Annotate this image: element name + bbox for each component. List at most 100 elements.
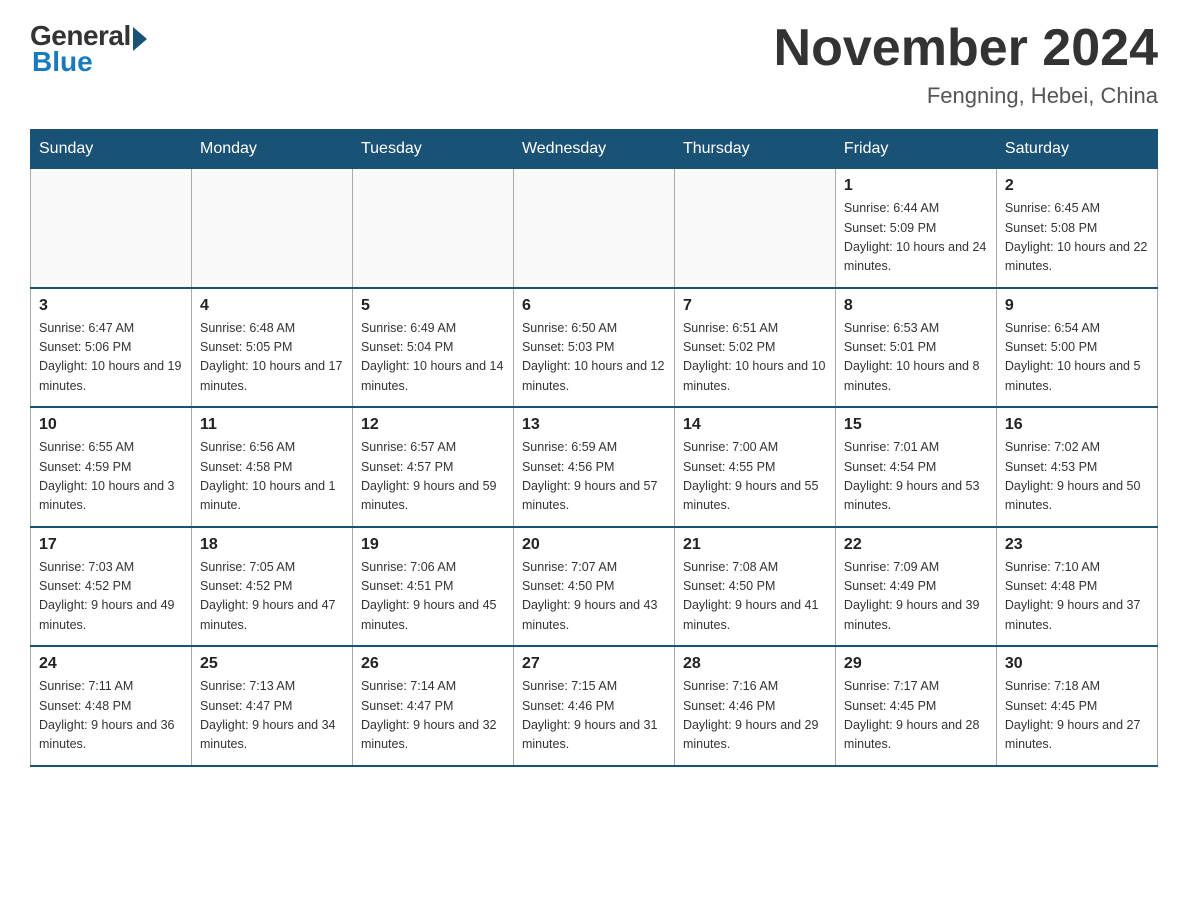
weekday-header-wednesday: Wednesday	[513, 130, 674, 169]
day-number: 17	[39, 536, 183, 554]
day-number: 2	[1005, 177, 1149, 195]
day-number: 9	[1005, 297, 1149, 315]
day-info: Sunrise: 7:18 AMSunset: 4:45 PMDaylight:…	[1005, 677, 1149, 755]
day-info: Sunrise: 7:10 AMSunset: 4:48 PMDaylight:…	[1005, 558, 1149, 636]
day-number: 18	[200, 536, 344, 554]
page-header: General Blue November 2024 Fengning, Heb…	[30, 20, 1158, 109]
day-number: 23	[1005, 536, 1149, 554]
logo: General Blue	[30, 20, 147, 78]
day-info: Sunrise: 7:08 AMSunset: 4:50 PMDaylight:…	[683, 558, 827, 636]
day-number: 29	[844, 655, 988, 673]
day-number: 26	[361, 655, 505, 673]
calendar-cell: 6Sunrise: 6:50 AMSunset: 5:03 PMDaylight…	[513, 288, 674, 408]
calendar-cell	[513, 169, 674, 288]
calendar-cell: 23 Sunrise: 7:10 AMSunset: 4:48 PMDayligh…	[996, 527, 1157, 647]
calendar-cell: 10 Sunrise: 6:55 AMSunset: 4:59 PMDayligh…	[31, 407, 192, 527]
calendar-subtitle: Fengning, Hebei, China	[774, 83, 1158, 109]
day-info: Sunrise: 7:05 AMSunset: 4:52 PMDaylight:…	[200, 558, 344, 636]
day-info: Sunrise: 6:55 AMSunset: 4:59 PMDaylight:…	[39, 438, 183, 516]
weekday-header-thursday: Thursday	[674, 130, 835, 169]
calendar-cell: 17 Sunrise: 7:03 AMSunset: 4:52 PMDayligh…	[31, 527, 192, 647]
day-info: Sunrise: 6:44 AMSunset: 5:09 PMDaylight:…	[844, 199, 988, 277]
weekday-header-friday: Friday	[835, 130, 996, 169]
calendar-cell: 13Sunrise: 6:59 AMSunset: 4:56 PMDayligh…	[513, 407, 674, 527]
logo-arrow-icon	[133, 27, 147, 51]
day-number: 10	[39, 416, 183, 434]
calendar-cell: 20 Sunrise: 7:07 AMSunset: 4:50 PMDayligh…	[513, 527, 674, 647]
calendar-cell: 24 Sunrise: 7:11 AMSunset: 4:48 PMDayligh…	[31, 646, 192, 766]
day-number: 13	[522, 416, 666, 434]
weekday-header-sunday: Sunday	[31, 130, 192, 169]
day-info: Sunrise: 6:54 AMSunset: 5:00 PMDaylight:…	[1005, 319, 1149, 397]
calendar-cell: 8 Sunrise: 6:53 AMSunset: 5:01 PMDaylight…	[835, 288, 996, 408]
calendar-header: SundayMondayTuesdayWednesdayThursdayFrid…	[31, 130, 1158, 169]
day-info: Sunrise: 7:15 AMSunset: 4:46 PMDaylight:…	[522, 677, 666, 755]
calendar-cell: 27 Sunrise: 7:15 AMSunset: 4:46 PMDayligh…	[513, 646, 674, 766]
day-number: 15	[844, 416, 988, 434]
day-info: Sunrise: 6:57 AMSunset: 4:57 PMDaylight:…	[361, 438, 505, 516]
day-info: Sunrise: 7:07 AMSunset: 4:50 PMDaylight:…	[522, 558, 666, 636]
calendar-week-row: 3 Sunrise: 6:47 AMSunset: 5:06 PMDaylight…	[31, 288, 1158, 408]
day-number: 12	[361, 416, 505, 434]
day-info: Sunrise: 7:02 AMSunset: 4:53 PMDaylight:…	[1005, 438, 1149, 516]
calendar-cell: 22 Sunrise: 7:09 AMSunset: 4:49 PMDayligh…	[835, 527, 996, 647]
day-number: 25	[200, 655, 344, 673]
day-info: Sunrise: 7:14 AMSunset: 4:47 PMDaylight:…	[361, 677, 505, 755]
day-number: 24	[39, 655, 183, 673]
calendar-week-row: 1Sunrise: 6:44 AMSunset: 5:09 PMDaylight…	[31, 169, 1158, 288]
day-info: Sunrise: 7:00 AMSunset: 4:55 PMDaylight:…	[683, 438, 827, 516]
day-number: 5	[361, 297, 505, 315]
day-number: 22	[844, 536, 988, 554]
day-number: 16	[1005, 416, 1149, 434]
day-info: Sunrise: 7:13 AMSunset: 4:47 PMDaylight:…	[200, 677, 344, 755]
calendar-table: SundayMondayTuesdayWednesdayThursdayFrid…	[30, 129, 1158, 767]
day-info: Sunrise: 6:48 AMSunset: 5:05 PMDaylight:…	[200, 319, 344, 397]
calendar-cell: 7Sunrise: 6:51 AMSunset: 5:02 PMDaylight…	[674, 288, 835, 408]
calendar-week-row: 24 Sunrise: 7:11 AMSunset: 4:48 PMDayligh…	[31, 646, 1158, 766]
calendar-cell: 4 Sunrise: 6:48 AMSunset: 5:05 PMDaylight…	[191, 288, 352, 408]
day-info: Sunrise: 7:09 AMSunset: 4:49 PMDaylight:…	[844, 558, 988, 636]
day-info: Sunrise: 7:01 AMSunset: 4:54 PMDaylight:…	[844, 438, 988, 516]
day-info: Sunrise: 6:45 AMSunset: 5:08 PMDaylight:…	[1005, 199, 1149, 277]
day-info: Sunrise: 7:16 AMSunset: 4:46 PMDaylight:…	[683, 677, 827, 755]
day-number: 19	[361, 536, 505, 554]
day-info: Sunrise: 7:17 AMSunset: 4:45 PMDaylight:…	[844, 677, 988, 755]
weekday-header-tuesday: Tuesday	[352, 130, 513, 169]
calendar-cell: 1Sunrise: 6:44 AMSunset: 5:09 PMDaylight…	[835, 169, 996, 288]
calendar-title: November 2024	[774, 20, 1158, 77]
calendar-cell: 16 Sunrise: 7:02 AMSunset: 4:53 PMDayligh…	[996, 407, 1157, 527]
day-number: 4	[200, 297, 344, 315]
calendar-cell	[31, 169, 192, 288]
day-info: Sunrise: 6:53 AMSunset: 5:01 PMDaylight:…	[844, 319, 988, 397]
calendar-cell: 19 Sunrise: 7:06 AMSunset: 4:51 PMDayligh…	[352, 527, 513, 647]
calendar-body: 1Sunrise: 6:44 AMSunset: 5:09 PMDaylight…	[31, 169, 1158, 766]
day-number: 28	[683, 655, 827, 673]
day-number: 6	[522, 297, 666, 315]
day-info: Sunrise: 6:51 AMSunset: 5:02 PMDaylight:…	[683, 319, 827, 397]
day-info: Sunrise: 7:06 AMSunset: 4:51 PMDaylight:…	[361, 558, 505, 636]
weekday-header-saturday: Saturday	[996, 130, 1157, 169]
day-info: Sunrise: 6:56 AMSunset: 4:58 PMDaylight:…	[200, 438, 344, 516]
calendar-cell: 14 Sunrise: 7:00 AMSunset: 4:55 PMDayligh…	[674, 407, 835, 527]
day-info: Sunrise: 7:03 AMSunset: 4:52 PMDaylight:…	[39, 558, 183, 636]
day-number: 3	[39, 297, 183, 315]
day-info: Sunrise: 6:49 AMSunset: 5:04 PMDaylight:…	[361, 319, 505, 397]
calendar-cell	[191, 169, 352, 288]
day-number: 27	[522, 655, 666, 673]
weekday-header-row: SundayMondayTuesdayWednesdayThursdayFrid…	[31, 130, 1158, 169]
day-number: 20	[522, 536, 666, 554]
calendar-cell: 30Sunrise: 7:18 AMSunset: 4:45 PMDayligh…	[996, 646, 1157, 766]
weekday-header-monday: Monday	[191, 130, 352, 169]
calendar-cell: 18 Sunrise: 7:05 AMSunset: 4:52 PMDayligh…	[191, 527, 352, 647]
calendar-cell: 26 Sunrise: 7:14 AMSunset: 4:47 PMDayligh…	[352, 646, 513, 766]
calendar-week-row: 10 Sunrise: 6:55 AMSunset: 4:59 PMDayligh…	[31, 407, 1158, 527]
day-info: Sunrise: 6:47 AMSunset: 5:06 PMDaylight:…	[39, 319, 183, 397]
calendar-cell: 28 Sunrise: 7:16 AMSunset: 4:46 PMDayligh…	[674, 646, 835, 766]
day-number: 8	[844, 297, 988, 315]
calendar-cell	[674, 169, 835, 288]
title-block: November 2024 Fengning, Hebei, China	[774, 20, 1158, 109]
calendar-cell: 15 Sunrise: 7:01 AMSunset: 4:54 PMDayligh…	[835, 407, 996, 527]
day-number: 14	[683, 416, 827, 434]
day-number: 11	[200, 416, 344, 434]
day-info: Sunrise: 7:11 AMSunset: 4:48 PMDaylight:…	[39, 677, 183, 755]
